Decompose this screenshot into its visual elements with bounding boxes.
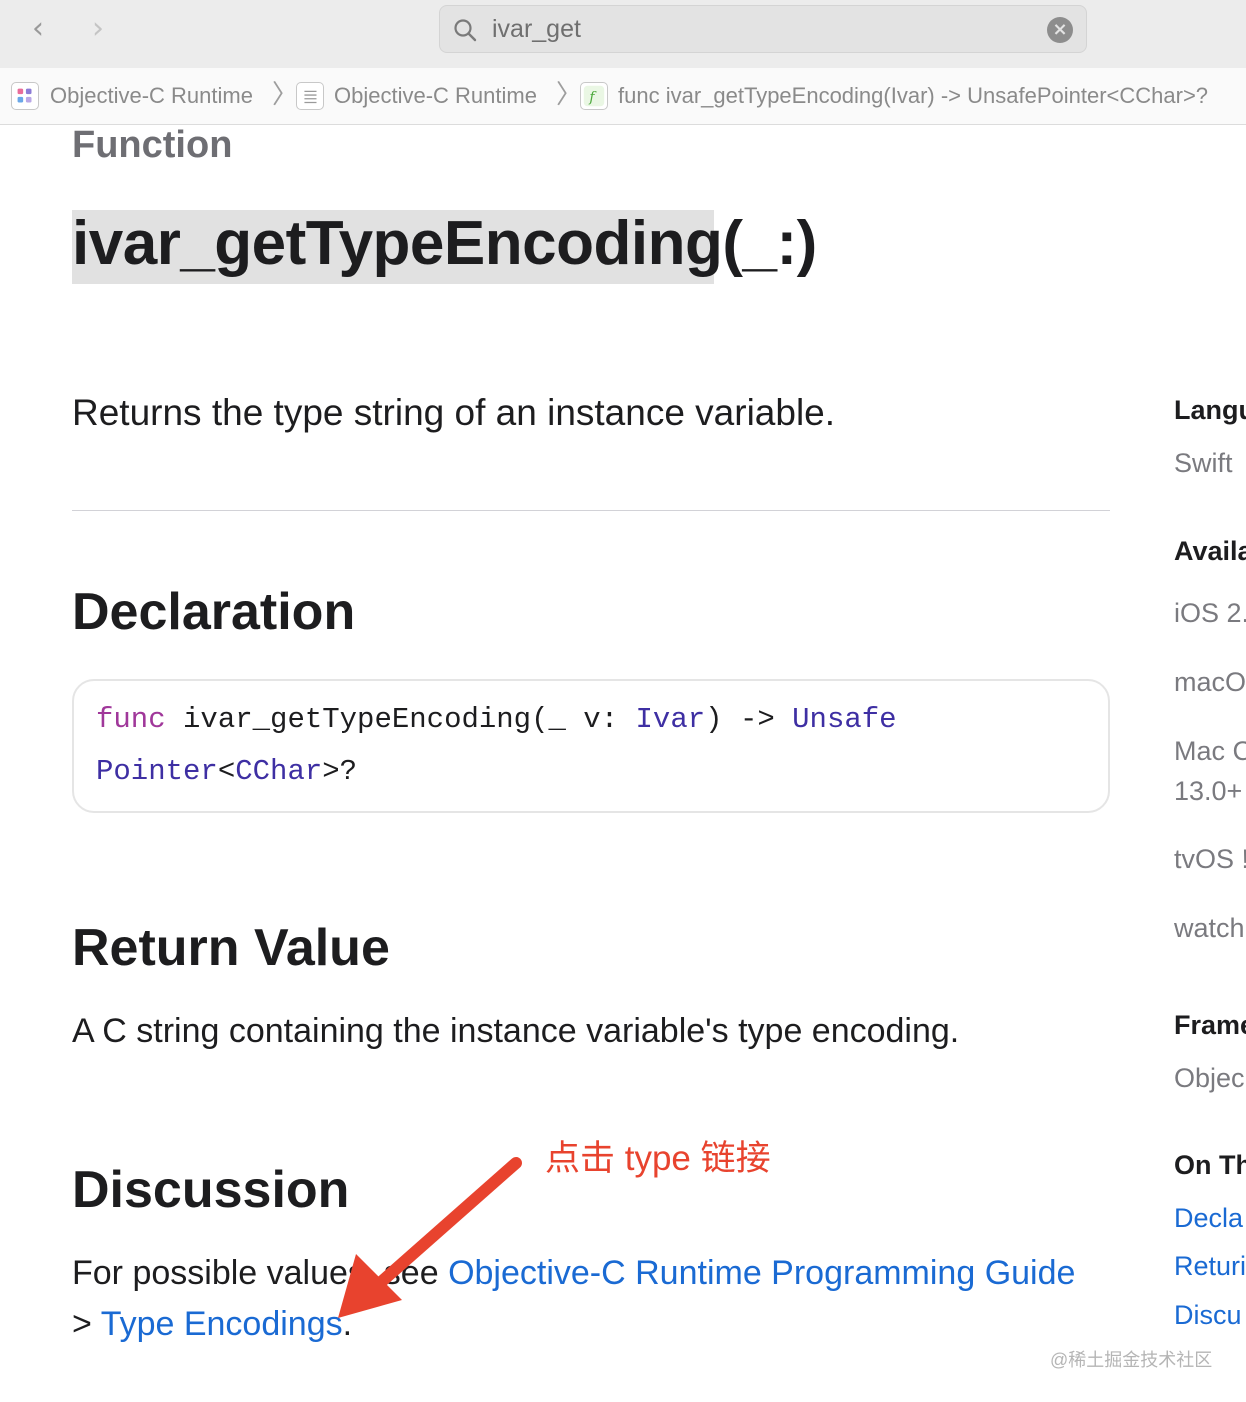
discussion-line-2: > Type Encodings. — [72, 1305, 352, 1344]
breadcrumb-item-framework[interactable]: Objective-C Runtime — [50, 82, 253, 110]
page-title: ivar_getTypeEncoding(_:) — [72, 209, 817, 278]
return-arrow: ) -> — [705, 703, 793, 736]
on-this-page-link[interactable]: Decla — [1174, 1203, 1243, 1234]
function-signature: ivar_getTypeEncoding(_ v: — [165, 703, 636, 736]
availability-item: 13.0+ — [1174, 776, 1243, 806]
framework-link[interactable]: Objec — [1174, 1063, 1245, 1094]
return-value-text: A C string containing the instance varia… — [72, 1012, 960, 1050]
breadcrumb-item-function[interactable]: func ivar_getTypeEncoding(Ivar) -> Unsaf… — [618, 82, 1208, 110]
programming-guide-link[interactable]: Objective-C Runtime Programming Guide — [448, 1254, 1075, 1292]
discussion-line-1: For possible values, see Objective-C Run… — [72, 1254, 1075, 1293]
chevron-left-icon: ‹ — [32, 11, 44, 46]
availability-item: Mac C — [1174, 736, 1246, 766]
breadcrumb-separator-icon: 〉 — [556, 80, 583, 110]
declaration-heading: Declaration — [72, 583, 356, 641]
search-icon — [454, 19, 477, 42]
chevron-right-icon: › — [92, 11, 104, 46]
on-this-page-link[interactable]: Returi — [1174, 1251, 1246, 1282]
clear-icon[interactable]: × — [1047, 17, 1073, 43]
annotation-label: 点击 type 链接 — [545, 1139, 771, 1178]
availability-heading: Availa — [1174, 536, 1246, 566]
type-encodings-link[interactable]: Type Encodings — [101, 1305, 343, 1343]
generic-close: >? — [322, 755, 358, 788]
framework-heading: Frame — [1174, 1010, 1246, 1040]
availability-item: iOS 2. — [1174, 598, 1246, 628]
generic-open: < — [217, 755, 236, 788]
type-link-unsafe[interactable]: Unsafe — [792, 703, 896, 736]
availability-item: watch — [1174, 913, 1245, 943]
back-button[interactable]: ‹ — [18, 10, 58, 50]
watermark: @稀土掘金技术社区 — [1050, 1350, 1213, 1370]
framework-icon — [11, 82, 39, 110]
keyword-func: func — [96, 703, 166, 736]
divider — [72, 510, 1110, 511]
language-heading: Langu — [1174, 395, 1246, 425]
type-link-ivar[interactable]: Ivar — [636, 703, 706, 736]
on-this-page-heading: On Th — [1174, 1150, 1246, 1180]
type-link-cchar[interactable]: CChar — [235, 755, 322, 788]
breadcrumb: Objective-C Runtime 〉 Objective-C Runtim… — [0, 68, 1246, 125]
on-this-page-link[interactable]: Discu — [1174, 1300, 1242, 1331]
abstract: Returns the type string of an instance v… — [72, 392, 836, 433]
declaration-code-box: func ivar_getTypeEncoding(_ v: Ivar) -> … — [72, 679, 1110, 813]
breadcrumb-item-topic[interactable]: Objective-C Runtime — [334, 82, 537, 110]
list-icon — [296, 82, 324, 110]
breadcrumb-separator-icon: 〉 — [272, 80, 299, 110]
availability-item: macO — [1174, 667, 1246, 697]
search-input[interactable] — [492, 14, 1032, 44]
search-field[interactable]: × — [439, 5, 1087, 53]
discussion-prefix: For possible values, see — [72, 1254, 449, 1292]
symbol-kind: Function — [72, 124, 233, 166]
forward-button[interactable]: › — [78, 10, 118, 50]
discussion-gt: > — [72, 1305, 101, 1343]
function-icon: f — [580, 82, 608, 110]
return-value-heading: Return Value — [72, 919, 390, 977]
availability-item: tvOS ! — [1174, 844, 1246, 874]
type-link-pointer[interactable]: Pointer — [96, 755, 218, 788]
declaration-line-2: Pointer<CChar>? — [96, 755, 357, 788]
discussion-suffix: . — [342, 1305, 353, 1343]
discussion-heading: Discussion — [72, 1161, 350, 1219]
declaration-line-1: func ivar_getTypeEncoding(_ v: Ivar) -> … — [96, 703, 897, 736]
toolbar: ‹ › × — [0, 0, 1246, 68]
language-value[interactable]: Swift — [1174, 448, 1233, 479]
